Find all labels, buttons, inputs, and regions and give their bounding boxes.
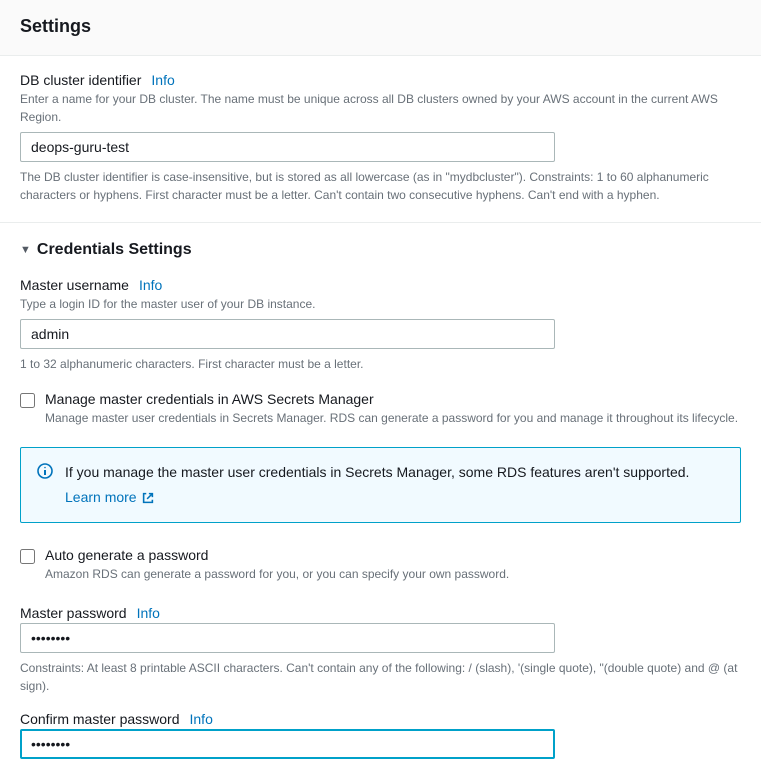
external-link-icon	[141, 491, 155, 505]
master-username-label: Master username	[20, 277, 129, 293]
master-password-info-link[interactable]: Info	[137, 605, 160, 621]
master-username-group: Master username Info Type a login ID for…	[20, 277, 741, 373]
secrets-manager-label: Manage master credentials in AWS Secrets…	[45, 391, 741, 407]
secrets-manager-alert: If you manage the master user credential…	[20, 447, 741, 523]
master-username-info-link[interactable]: Info	[139, 277, 162, 293]
master-password-constraint: Constraints: At least 8 printable ASCII …	[20, 659, 741, 695]
secrets-manager-checkbox[interactable]	[20, 393, 35, 408]
db-identifier-description: Enter a name for your DB cluster. The na…	[20, 90, 741, 126]
master-password-label: Master password	[20, 605, 127, 621]
credentials-toggle[interactable]: ▼ Credentials Settings	[20, 241, 741, 259]
settings-title: Settings	[20, 16, 741, 37]
secrets-manager-description: Manage master user credentials in Secret…	[45, 409, 741, 427]
db-identifier-input[interactable]	[20, 132, 555, 162]
db-identifier-constraint: The DB cluster identifier is case-insens…	[20, 168, 741, 204]
db-identifier-label: DB cluster identifier	[20, 72, 141, 88]
settings-panel-body: DB cluster identifier Info Enter a name …	[0, 56, 761, 781]
confirm-password-label: Confirm master password	[20, 711, 180, 727]
credentials-section: ▼ Credentials Settings Master username I…	[0, 222, 761, 759]
auto-generate-description: Amazon RDS can generate a password for y…	[45, 565, 741, 583]
master-username-description: Type a login ID for the master user of y…	[20, 295, 741, 313]
alert-text: If you manage the master user credential…	[65, 462, 689, 483]
confirm-password-group: Confirm master password Info	[20, 711, 741, 759]
caret-down-icon: ▼	[20, 244, 31, 256]
master-password-group: Master password Info Constraints: At lea…	[20, 605, 741, 695]
master-password-input[interactable]	[20, 623, 555, 653]
master-username-input[interactable]	[20, 319, 555, 349]
secrets-manager-group: Manage master credentials in AWS Secrets…	[20, 391, 741, 433]
db-identifier-info-link[interactable]: Info	[151, 72, 174, 88]
confirm-password-input[interactable]	[20, 729, 555, 759]
learn-more-text: Learn more	[65, 487, 137, 508]
auto-generate-checkbox[interactable]	[20, 549, 35, 564]
auto-generate-group: Auto generate a password Amazon RDS can …	[20, 547, 741, 589]
learn-more-link[interactable]: Learn more	[65, 487, 155, 508]
settings-panel-header: Settings	[0, 0, 761, 56]
confirm-password-info-link[interactable]: Info	[190, 711, 213, 727]
db-identifier-group: DB cluster identifier Info Enter a name …	[20, 72, 741, 204]
credentials-section-title: Credentials Settings	[37, 241, 192, 259]
master-username-constraint: 1 to 32 alphanumeric characters. First c…	[20, 355, 741, 373]
auto-generate-label: Auto generate a password	[45, 547, 741, 563]
info-icon	[37, 463, 53, 482]
